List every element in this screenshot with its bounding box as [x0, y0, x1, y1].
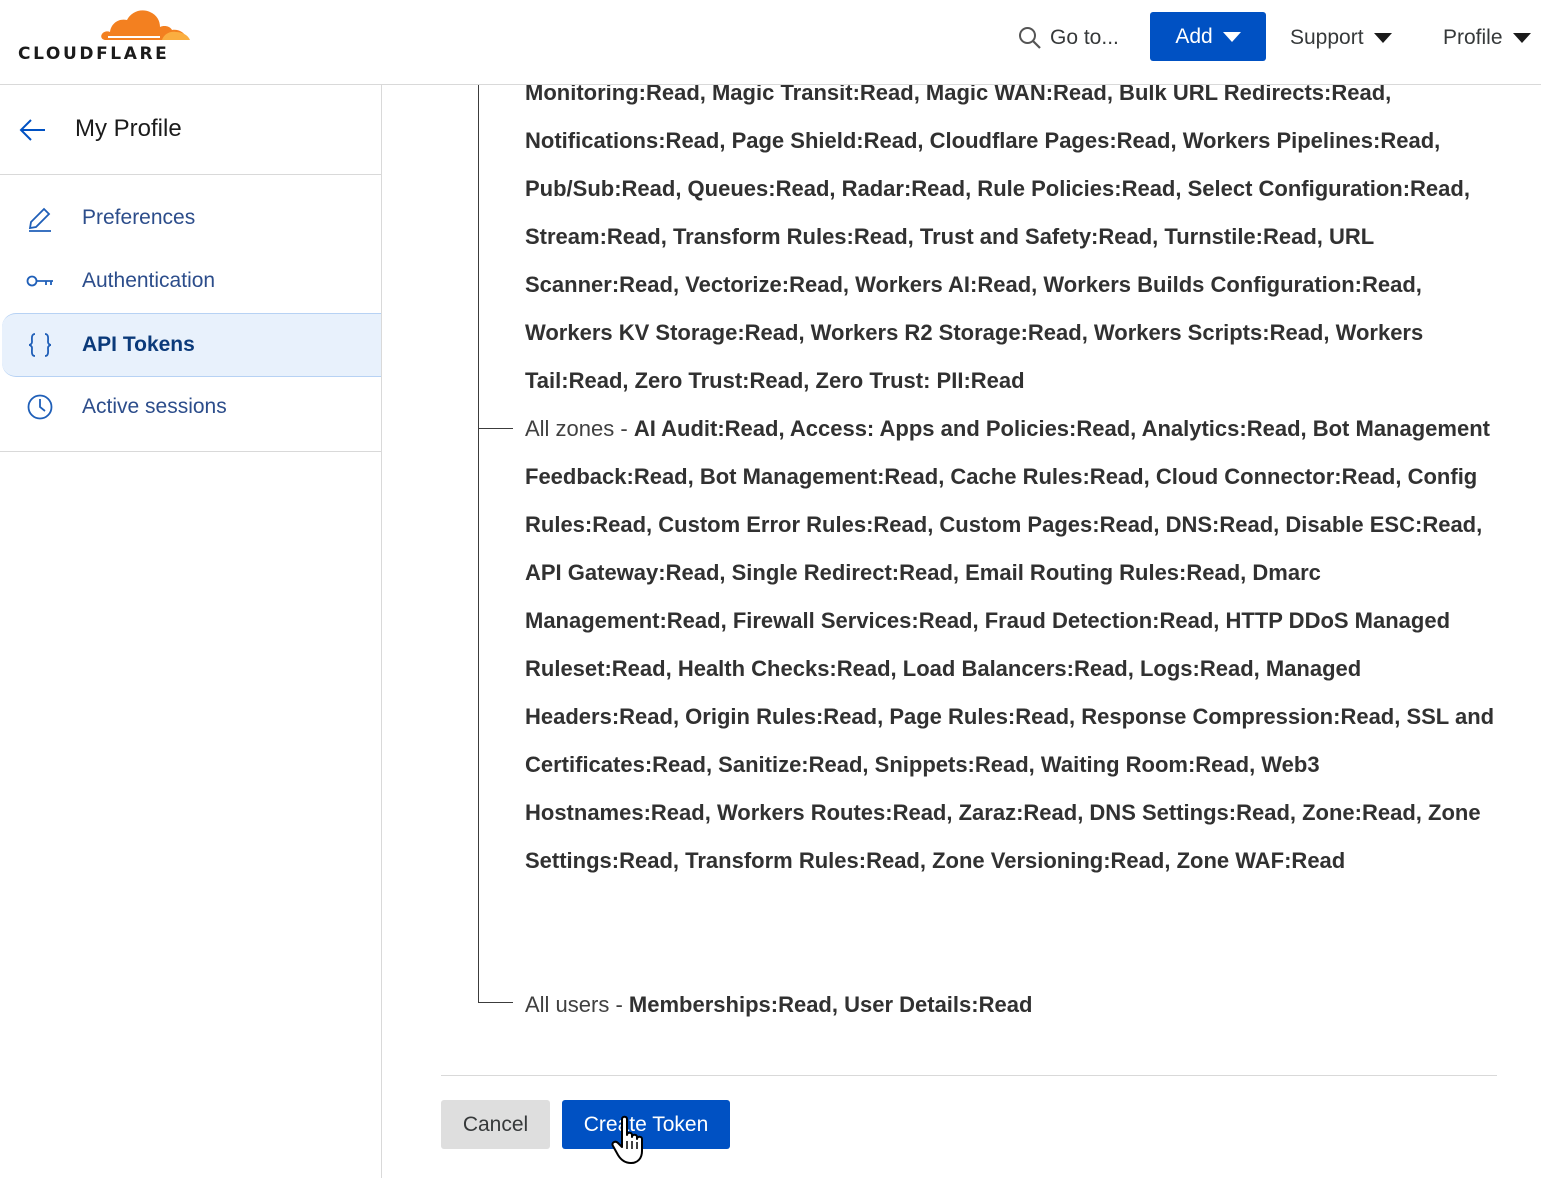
logo-wordmark: CLOUDFLARE	[18, 44, 170, 64]
permission-list: Monitoring:Read, Magic Transit:Read, Mag…	[525, 85, 1470, 393]
sidebar-item-api-tokens[interactable]: API Tokens	[2, 313, 381, 377]
sidebar-nav: Preferences Authentication API Tokens Ac…	[0, 175, 381, 452]
tree-branch	[478, 428, 513, 429]
goto-search[interactable]: Go to...	[1018, 22, 1119, 54]
sidebar-header: My Profile	[0, 85, 381, 175]
add-label: Add	[1175, 24, 1213, 48]
key-icon	[26, 275, 53, 287]
create-token-button[interactable]: Create Token	[562, 1100, 730, 1149]
profile-label: Profile	[1443, 26, 1503, 49]
sidebar-item-label: Active sessions	[82, 395, 227, 418]
chevron-down-icon	[1373, 33, 1392, 43]
sidebar: My Profile Preferences Authentication AP…	[0, 85, 382, 1178]
cancel-button[interactable]: Cancel	[441, 1100, 550, 1149]
sidebar-item-authentication[interactable]: Authentication	[2, 250, 381, 312]
arrow-left-icon[interactable]	[18, 115, 48, 145]
braces-icon	[28, 333, 52, 357]
support-label: Support	[1290, 26, 1364, 49]
tree-branch	[478, 1002, 513, 1003]
footer-divider	[441, 1075, 1497, 1076]
cloudflare-logo[interactable]: CLOUDFLARE	[18, 8, 190, 64]
clock-icon	[27, 394, 53, 420]
permission-list: Memberships:Read, User Details:Read	[628, 992, 1033, 1017]
sidebar-item-preferences[interactable]: Preferences	[2, 187, 381, 249]
sidebar-title: My Profile	[75, 115, 182, 142]
permission-list: AI Audit:Read, Access: Apps and Policies…	[525, 416, 1495, 873]
add-button[interactable]: Add	[1150, 12, 1266, 61]
permission-group: Monitoring:Read, Magic Transit:Read, Mag…	[525, 85, 1510, 405]
goto-label: Go to...	[1050, 26, 1119, 49]
pencil-icon	[28, 207, 51, 232]
main-content: Monitoring:Read, Magic Transit:Read, Mag…	[382, 85, 1541, 1178]
chevron-down-icon	[1512, 33, 1531, 43]
permission-group: All zones - AI Audit:Read, Access: Apps …	[525, 405, 1510, 885]
support-dropdown[interactable]: Support	[1290, 22, 1392, 54]
sidebar-item-label: Preferences	[82, 206, 196, 229]
tree-line	[478, 85, 479, 1003]
permission-scope: All zones -	[525, 416, 634, 441]
sidebar-item-label: Authentication	[82, 269, 216, 292]
sidebar-item-label: API Tokens	[82, 333, 195, 356]
profile-dropdown[interactable]: Profile	[1443, 22, 1531, 54]
permission-group: All users - Memberships:Read, User Detai…	[525, 981, 1510, 1029]
permission-scope: All users -	[525, 992, 629, 1017]
top-bar: CLOUDFLARE Go to... Add Support Profile	[0, 0, 1541, 85]
cloud-logo-icon	[101, 10, 190, 40]
chevron-down-icon	[1222, 31, 1241, 42]
sidebar-item-active-sessions[interactable]: Active sessions	[2, 376, 381, 438]
search-icon	[1019, 27, 1041, 49]
